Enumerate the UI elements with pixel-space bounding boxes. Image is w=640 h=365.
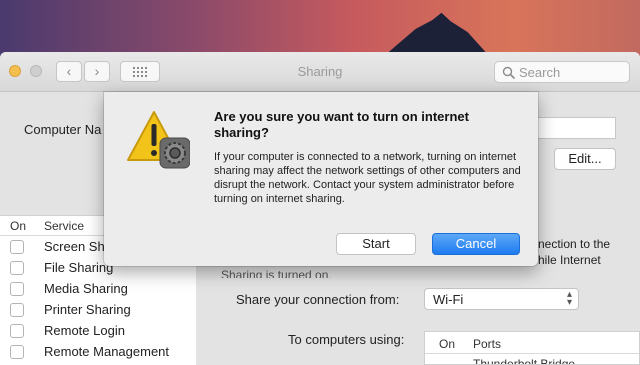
share-from-value: Wi-Fi <box>433 292 464 307</box>
column-on-header: On <box>10 219 27 233</box>
service-checkbox[interactable] <box>10 345 24 359</box>
service-label: Remote Management <box>44 344 170 359</box>
service-checkbox[interactable] <box>10 261 24 275</box>
detail-description-line1: nection to the <box>538 237 611 251</box>
warning-triangle-with-gear-icon <box>127 111 190 169</box>
edit-button[interactable]: Edit... <box>554 148 616 170</box>
search-placeholder: Search <box>519 65 561 80</box>
to-computers-label: To computers using: <box>288 332 405 347</box>
service-checkbox[interactable] <box>10 240 24 254</box>
ports-column-on: On <box>439 337 456 351</box>
service-row-media-sharing[interactable]: Media Sharing <box>0 278 196 299</box>
service-label: Media Sharing <box>44 281 128 296</box>
port-label: Thunderbolt Bridge <box>473 357 576 365</box>
share-from-select[interactable]: Wi-Fi ▴ ▾ <box>424 288 579 310</box>
internet-sharing-alert-dialog: Are you sure you want to turn on interne… <box>104 92 538 266</box>
ports-column-ports: Ports <box>473 337 502 351</box>
search-field[interactable]: Search <box>494 61 630 83</box>
service-checkbox[interactable] <box>10 303 24 317</box>
service-row-remote-login[interactable]: Remote Login <box>0 320 196 341</box>
search-icon <box>502 66 516 80</box>
column-service-header: Service <box>44 219 85 233</box>
ports-table[interactable]: On Ports Thunderbolt Bridge <box>424 331 640 365</box>
service-row-printer-sharing[interactable]: Printer Sharing <box>0 299 196 320</box>
dialog-title: Are you sure you want to turn on interne… <box>214 109 469 140</box>
ports-row[interactable]: Thunderbolt Bridge <box>439 357 576 365</box>
service-label: Remote Login <box>44 323 125 338</box>
computer-name-field[interactable] <box>530 117 616 139</box>
computer-name-label: Computer Na <box>24 122 102 137</box>
detail-description-line3: Sharing is turned on. <box>221 268 332 278</box>
cancel-button[interactable]: Cancel <box>432 233 520 255</box>
service-label: Screen Sh <box>44 239 105 254</box>
service-checkbox[interactable] <box>10 282 24 296</box>
ports-table-header: On Ports <box>425 332 639 354</box>
detail-description-line2: hile Internet <box>538 253 601 267</box>
share-from-label: Share your connection from: <box>236 292 400 307</box>
desktop-wallpaper <box>0 0 640 60</box>
titlebar: ‹ › Sharing Search <box>0 52 640 92</box>
start-button[interactable]: Start <box>336 233 416 255</box>
service-checkbox[interactable] <box>10 324 24 338</box>
dialog-message: If your computer is connected to a netwo… <box>214 151 521 205</box>
chevron-up-down-icon: ▴ ▾ <box>566 289 572 308</box>
service-label: File Sharing <box>44 260 114 275</box>
service-row-remote-management[interactable]: Remote Management <box>0 341 196 362</box>
service-label: Printer Sharing <box>44 302 131 317</box>
